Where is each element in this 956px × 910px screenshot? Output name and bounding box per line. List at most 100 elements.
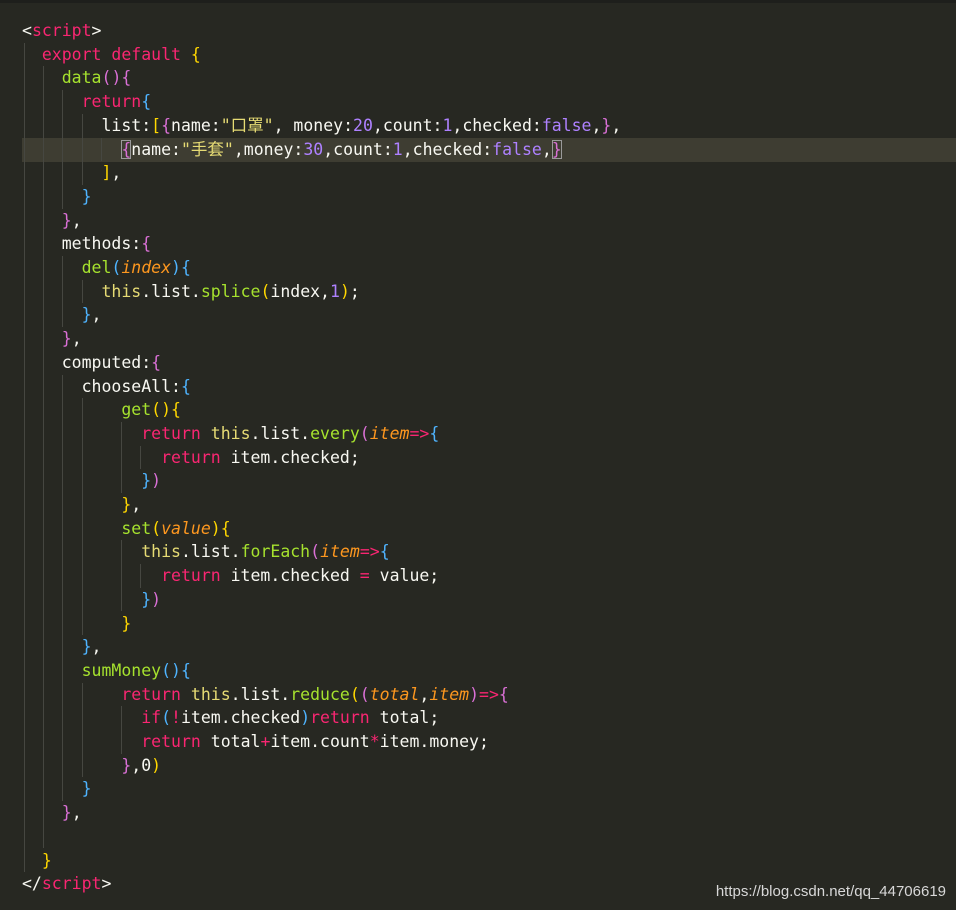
code-token: , [591,115,602,135]
code-token: list: [22,115,152,135]
editor-top-strip [0,0,956,3]
code-token: > [101,874,112,894]
code-token: </ [22,874,42,894]
code-token: ) [300,708,311,728]
code-token: ) [469,684,480,704]
code-token: ) [171,258,181,277]
code-token: { [141,234,152,254]
code-token: ) [339,281,350,301]
code-token: return [81,92,142,112]
code-token: name: [171,115,221,135]
code-token: item [429,684,470,704]
code-token: { [180,258,191,277]
code-line: }, [22,303,102,327]
code-line: return this.list.every(item=>{ [22,422,439,446]
code-token: 1 [442,115,453,135]
code-token: 1 [330,281,340,301]
code-token: ( [161,708,172,728]
code-token: methods: [22,234,142,254]
code-line: return{ [22,90,152,114]
code-token: { [498,684,509,704]
code-token: item.checked; [220,447,360,467]
code-line: this.list.splice(index,1); [22,280,360,304]
code-token: item [369,423,410,443]
code-line: return item.checked = value; [22,564,439,588]
code-token: 30 [303,139,324,159]
code-token: ) [151,589,162,609]
code-token: , [71,329,82,349]
code-token: ( [260,281,271,301]
code-token: if [141,708,162,728]
code-token: item.checked [220,566,360,586]
code-token: ,checked: [452,115,542,135]
code-line: }, [22,327,82,351]
code-token: { [220,518,231,538]
code-line: this.list.forEach(item=>{ [22,540,389,564]
code-token: get [121,400,152,420]
code-token: ! [171,708,181,728]
code-token: sumMoney [81,660,162,680]
code-line: chooseAll:{ [22,375,191,399]
code-token: { [190,44,201,64]
code-token: index [121,258,172,277]
code-line: return this.list.reduce((total,item)=>{ [22,683,509,707]
code-token: } [121,755,132,775]
code-token: ( [151,400,162,420]
code-line: }, [22,801,82,825]
code-line: export default { [22,43,201,67]
code-token: , [419,684,430,704]
code-editor[interactable]: <script> export default { data(){ return… [0,0,956,910]
code-token: index, [270,281,330,301]
code-token: this [141,542,181,562]
code-token: [ [151,115,162,135]
code-token: return [141,732,201,751]
code-token: { [180,660,191,680]
code-token: item [320,542,360,562]
code-token: forEach [240,542,311,562]
code-line: } [22,849,52,873]
code-token: return [141,423,201,443]
code-token: del [81,258,112,277]
code-token: value; [369,566,440,586]
code-token: ) [171,660,181,680]
code-token: item.count [270,732,370,751]
code-line: }, [22,209,82,233]
code-token: } [141,589,152,609]
code-token: splice [200,281,261,301]
code-token: total [200,732,261,751]
code-line: get(){ [22,398,181,422]
code-token: this [101,281,142,301]
code-line: },0) [22,754,161,778]
code-token: ) [111,68,122,88]
code-token: { [121,139,132,159]
code-line: {name:"手套",money:30,count:1,checked:fals… [22,138,562,162]
code-token: { [429,423,440,443]
code-token: return [310,708,370,728]
code-token: { [171,400,181,420]
code-token: ) [151,471,162,491]
code-token: false [492,139,542,159]
code-token: total; [369,708,440,728]
code-line: ], [22,161,121,185]
watermark: https://blog.csdn.net/qq_44706619 [715,883,946,900]
code-token: ; [349,281,360,301]
code-line: set(value){ [22,517,231,541]
code-line: } [22,612,131,636]
code-token: => [479,684,499,704]
